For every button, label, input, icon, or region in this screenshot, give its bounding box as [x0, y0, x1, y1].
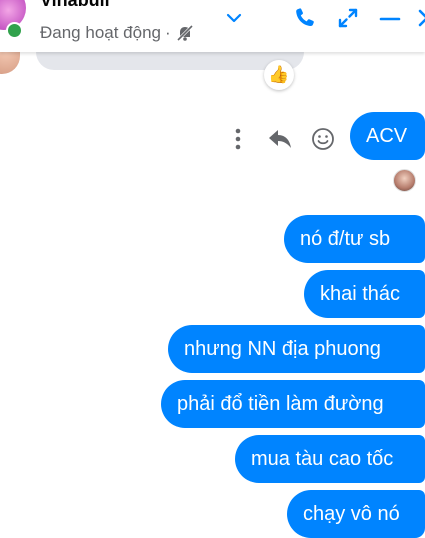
chevron-down-icon[interactable]: [224, 8, 244, 28]
chat-header: Vinabull Đang hoạt động ·: [0, 0, 425, 52]
reply-icon[interactable]: [266, 124, 294, 154]
message-bubble[interactable]: mua tàu cao tốc: [235, 435, 425, 483]
message-bubble[interactable]: nó đ/tư sb: [284, 215, 425, 263]
emoji-icon[interactable]: [309, 124, 337, 154]
chat-thread[interactable]: 👍 ACV nó đ/tư sb khai thác nhưng NN địa …: [0, 32, 425, 538]
message-bubble[interactable]: ACV: [350, 112, 425, 160]
reaction-like[interactable]: 👍: [264, 60, 294, 90]
minimize-icon[interactable]: [377, 5, 403, 31]
contact-name[interactable]: Vinabull: [40, 0, 110, 11]
more-icon[interactable]: [224, 124, 252, 154]
status-separator: ·: [165, 23, 171, 42]
active-status-text: Đang hoạt động: [40, 23, 161, 42]
phone-icon[interactable]: [292, 5, 318, 31]
close-icon[interactable]: [414, 5, 425, 31]
message-bubble[interactable]: khai thác: [304, 270, 425, 318]
online-status-dot: [6, 22, 23, 39]
thumbs-up-icon: 👍: [268, 64, 290, 85]
message-bubble[interactable]: nhưng NN địa phuong: [168, 325, 425, 373]
seen-receipt-avatar: [393, 169, 416, 192]
status-row: Đang hoạt động ·: [40, 22, 195, 44]
bell-off-icon: [175, 23, 195, 43]
expand-icon[interactable]: [335, 5, 361, 31]
message-bubble[interactable]: chạy vô nó: [287, 490, 425, 538]
message-bubble[interactable]: phải đổ tiền làm đường: [161, 380, 425, 428]
